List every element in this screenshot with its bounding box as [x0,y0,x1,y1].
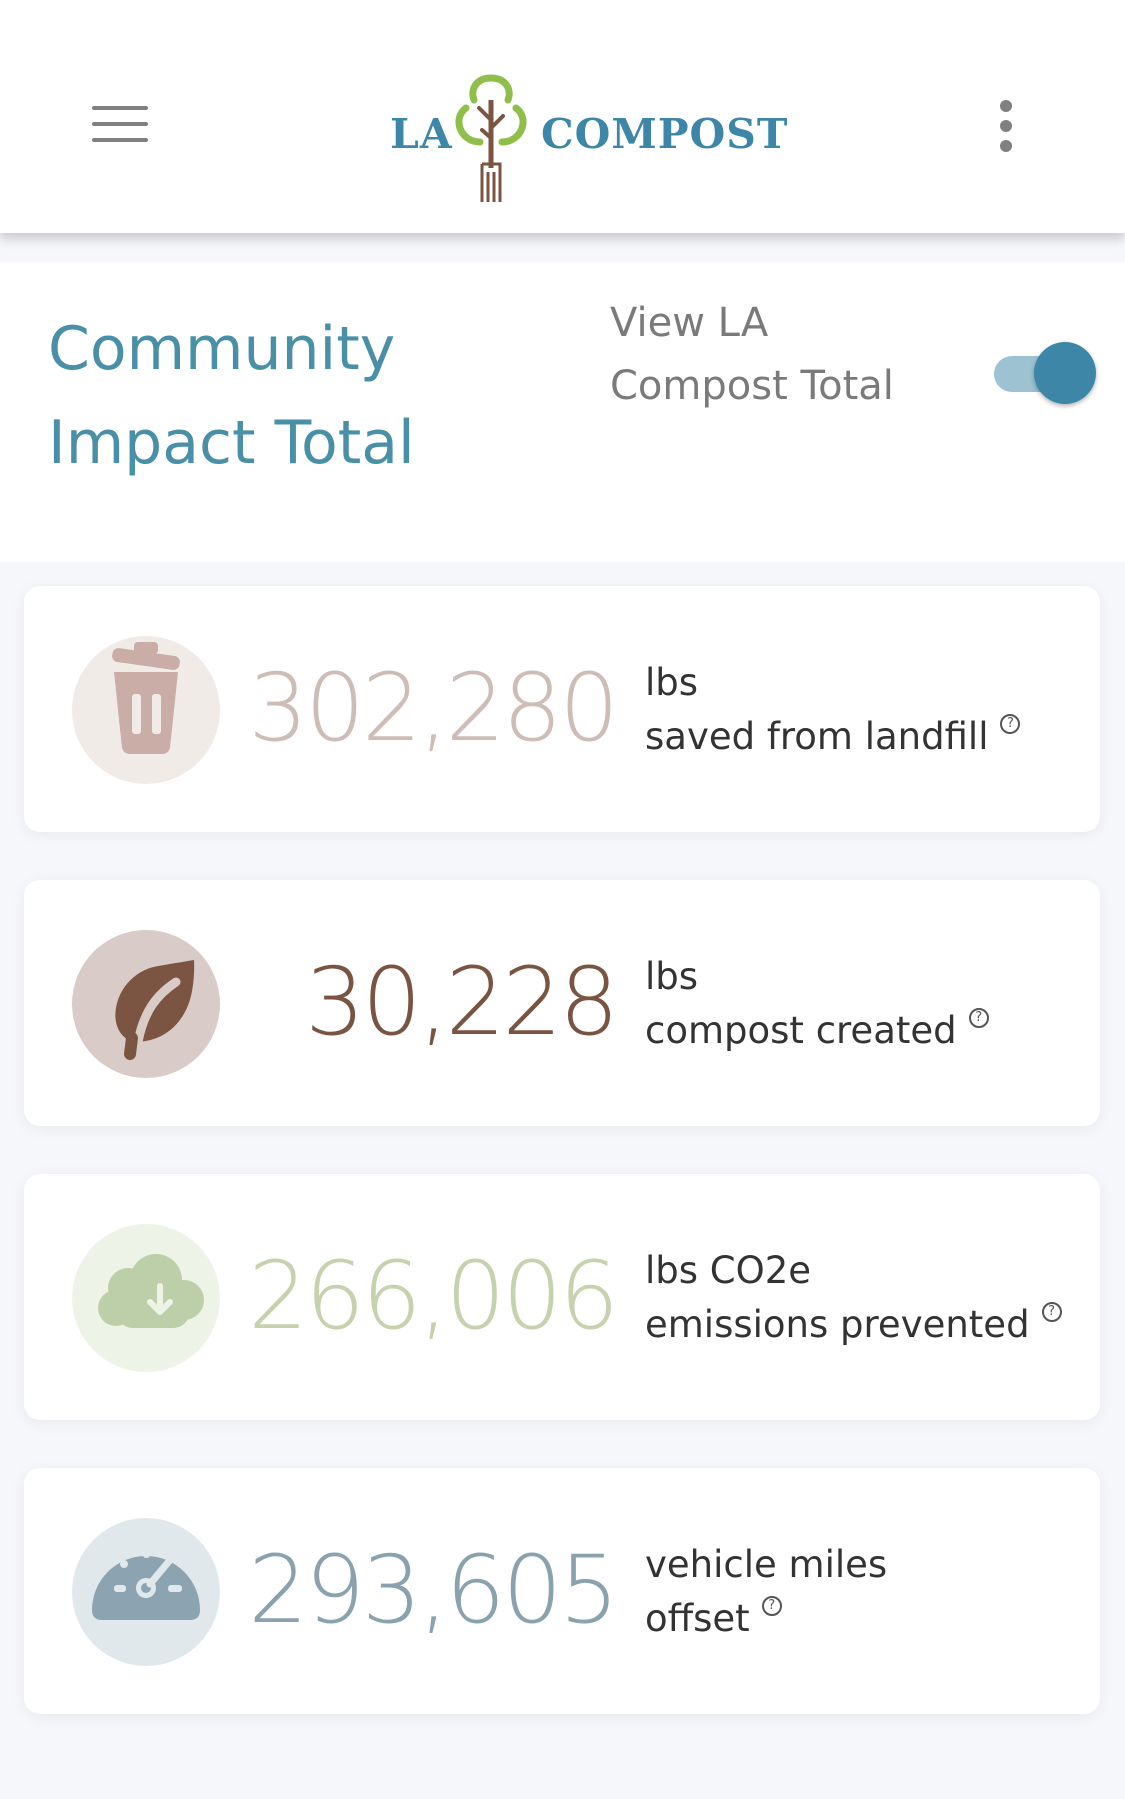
speedometer-icon [92,1546,200,1620]
hamburger-line [92,138,148,142]
toggle-label-line1: View LA [610,300,769,346]
help-icon[interactable]: ? [1000,714,1021,734]
stat-card-vehicle-miles: 293,605 vehicle miles offset? [24,1468,1100,1714]
trash-icon [112,642,180,754]
stat-card-emissions: 266,006 lbs CO2e emissions prevented? [24,1174,1100,1420]
stat-card-landfill: 302,280 lbs saved from landfill? [24,586,1100,832]
menu-button[interactable] [86,98,156,150]
tree-recycle-logo-icon [455,74,527,202]
view-la-compost-total-toggle[interactable] [994,342,1096,406]
stat-description: offset? [645,1592,782,1646]
hamburger-menu-icon [92,106,148,110]
stat-description-text: emissions prevented [645,1303,1030,1346]
stat-unit: lbs [645,955,699,998]
stat-unit: lbs CO2e [645,1249,812,1292]
stat-unit: vehicle miles [645,1543,888,1586]
help-icon[interactable]: ? [761,1596,782,1616]
stat-card-compost: 30,228 lbs compost created? [24,880,1100,1126]
stat-description: emissions prevented? [645,1298,1062,1352]
toggle-label: View LA Compost Total [610,292,940,418]
leaf-icon [115,960,195,1060]
help-icon[interactable]: ? [1041,1302,1062,1322]
stat-unit: lbs [645,661,699,704]
icon-circle [72,930,220,1078]
main-content: Community Impact Total View LA Compost T… [0,262,1125,1799]
icon-circle [72,1518,220,1666]
more-dot [1000,120,1012,132]
stat-value: 266,006 [248,1242,619,1351]
page-title-line2: Impact Total [48,408,415,478]
stat-description-text: compost created [645,1009,957,1052]
page-title: Community Impact Total [48,302,528,490]
more-options-button[interactable] [982,96,1030,156]
stat-description: compost created? [645,1004,989,1058]
toggle-label-line2: Compost Total [610,363,894,409]
toggle-knob [1034,342,1096,404]
stat-description: saved from landfill? [645,710,1021,764]
stat-value: 293,605 [248,1536,619,1645]
stat-value: 30,228 [305,948,619,1057]
page-title-line1: Community [48,314,396,384]
logo-text-compost: COMPOST [541,110,789,158]
more-vertical-icon [1000,100,1012,112]
help-icon[interactable]: ? [968,1008,989,1028]
stats-section: 302,280 lbs saved from landfill? 30,228 … [0,562,1125,1799]
stat-description-text: saved from landfill [645,715,989,758]
logo-text-la: LA [390,110,453,158]
stat-value: 302,280 [248,654,619,763]
cloud-download-icon [98,1254,204,1328]
more-dot [1000,140,1012,152]
hamburger-line [92,122,148,126]
stat-description-text: offset [645,1597,750,1640]
icon-circle [72,636,220,784]
app-header: LA COMPOST [0,0,1125,233]
icon-circle [72,1224,220,1372]
la-compost-logo[interactable]: LA COMPOST [386,72,787,204]
